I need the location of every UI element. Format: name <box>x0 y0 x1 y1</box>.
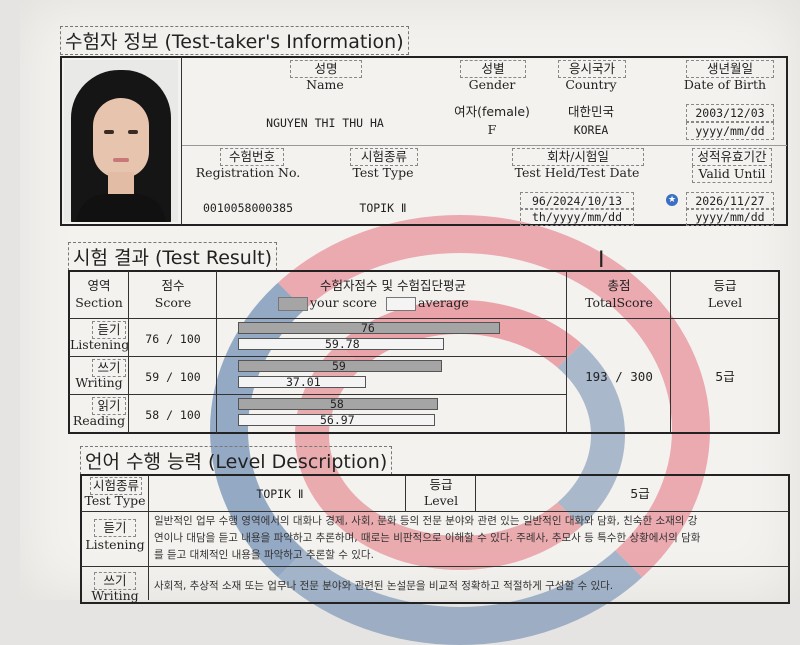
gender-label-ko: 성별 <box>460 60 526 78</box>
test-type-label-en: Test Type <box>352 165 414 180</box>
text-cursor-icon: I <box>598 248 605 273</box>
average-swatch <box>386 297 416 311</box>
section-name-en: Listening <box>70 337 130 352</box>
total-header-ko: 총점 <box>607 278 631 293</box>
gender-value-ko: 여자(female) <box>454 104 530 119</box>
gender-value-en: F <box>487 122 497 137</box>
country-value-ko: 대한민국 <box>567 104 614 119</box>
test-held-label-en: Test Held/Test Date <box>514 165 640 180</box>
writing-desc-line1: 사회적, 추상적 소재 또는 업무나 전문 분야와 관련된 논설문을 비교적 정… <box>154 580 614 592</box>
listening-desc-line1: 일반적인 업무 수행 영역에서의 대화나 경제, 사회, 문화 등의 전문 분야… <box>154 515 698 527</box>
listening-desc-line3: 를 듣고 대체적인 내용을 파악하고 추론할 수 있다. <box>154 549 374 561</box>
test-type-value: TOPIK Ⅱ <box>359 201 407 215</box>
test-type-label-ko: 시험종류 <box>350 148 418 166</box>
your-score-label: 76 <box>361 321 375 335</box>
level-value: 5급 <box>715 369 735 384</box>
your-score-label: 59 <box>332 359 346 373</box>
total-header-en: TotalScore <box>585 295 653 310</box>
dob-label-ko: 생년월일 <box>686 60 774 78</box>
desc-type-value: TOPIK Ⅱ <box>256 487 304 501</box>
average-label: 37.01 <box>286 375 321 389</box>
valid-label-ko: 성적유효기간 <box>692 148 772 166</box>
name-label-en: Name <box>306 77 344 92</box>
average-label: 59.78 <box>325 337 360 351</box>
test-held-format: th/yyyy/mm/dd <box>520 208 634 226</box>
desc-listening-en: Listening <box>85 537 145 552</box>
dob-value: 2003/12/03 <box>686 104 774 122</box>
your-score-label: 58 <box>330 397 344 411</box>
reg-label-ko: 수험번호 <box>220 148 284 166</box>
section-score: 76 / 100 <box>145 332 201 346</box>
name-value: NGUYEN THI THU HA <box>266 116 384 130</box>
desc-level-value: 5급 <box>630 486 650 501</box>
gender-label-en: Gender <box>468 77 516 92</box>
applicant-photo <box>64 60 178 222</box>
score-header-en: Score <box>154 295 192 310</box>
dob-format: yyyy/mm/dd <box>686 122 774 140</box>
result-heading: 시험 결과 (Test Result) <box>68 242 277 271</box>
section-name-en: Writing <box>75 375 123 390</box>
your-score-swatch <box>278 297 308 311</box>
country-label-ko: 응시국가 <box>558 60 626 78</box>
valid-label-en: Valid Until <box>692 165 772 183</box>
avg-header-ko: 수험자점수 및 수험집단평균 <box>320 278 466 293</box>
listening-desc-line2: 연이나 대담을 듣고 내용을 파악하고 추론하며, 때로는 비판적으로 이해할 … <box>154 532 701 544</box>
average-legend: average <box>418 295 469 310</box>
country-value-en: KOREA <box>573 123 609 137</box>
section-score: 59 / 100 <box>145 370 201 384</box>
score-report-page: 수험자 정보 (Test-taker's Information) 성명 Nam… <box>20 0 800 645</box>
average-label: 56.97 <box>320 413 355 427</box>
level-header-en: Level <box>707 295 743 310</box>
desc-writing-en: Writing <box>91 588 139 603</box>
level-desc-heading: 언어 수행 능력 (Level Description) <box>80 446 393 475</box>
section-score: 58 / 100 <box>145 408 201 422</box>
section-name-en: Reading <box>72 413 126 428</box>
valid-format: yyyy/mm/dd <box>686 208 774 226</box>
test-held-label-ko: 회차/시험일 <box>512 148 644 166</box>
desc-type-label-en: Test Type <box>84 493 146 508</box>
score-header-ko: 점수 <box>161 278 185 293</box>
dob-label-en: Date of Birth <box>683 77 767 92</box>
desc-level-label-en: Level <box>423 493 459 508</box>
name-label-ko: 성명 <box>290 60 362 78</box>
desc-level-label-ko: 등급 <box>429 477 453 492</box>
info-heading: 수험자 정보 (Test-taker's Information) <box>60 26 409 55</box>
desc-listening-ko: 듣기 <box>94 519 136 537</box>
section-header-ko: 영역 <box>87 278 111 293</box>
reg-value: 0010058000385 <box>202 201 293 215</box>
reg-label-en: Registration No. <box>195 165 301 180</box>
your-score-legend: your score <box>310 295 377 310</box>
star-icon: ★ <box>666 194 678 206</box>
section-header-en: Section <box>75 295 123 310</box>
level-header-ko: 등급 <box>713 278 737 293</box>
total-score-value: 193 / 300 <box>585 369 653 384</box>
country-label-en: Country <box>565 77 617 92</box>
